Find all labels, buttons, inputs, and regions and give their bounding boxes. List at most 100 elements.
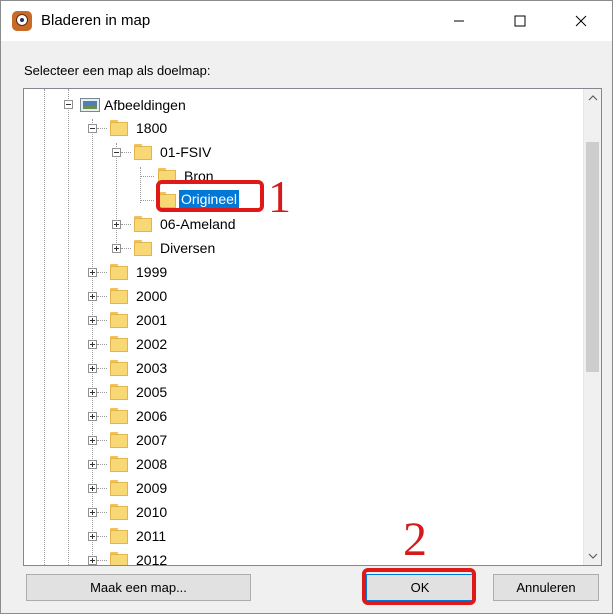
scroll-thumb[interactable] [586, 142, 599, 372]
folder-icon [110, 288, 128, 304]
tree-item-label[interactable]: 1800 [136, 119, 167, 137]
folder-icon [134, 216, 152, 232]
tree-item-label[interactable]: 2001 [136, 311, 167, 329]
tree-item-label[interactable]: 2005 [136, 383, 167, 401]
scroll-up-button[interactable] [584, 89, 601, 106]
expand-toggle[interactable] [112, 220, 121, 229]
annotation-step-2: 2 [403, 513, 427, 566]
expand-toggle[interactable] [88, 268, 97, 277]
folder-icon [110, 408, 128, 424]
folder-icon [110, 552, 128, 565]
folder-icon [134, 240, 152, 256]
folder-icon [110, 120, 128, 136]
chevron-up-icon [588, 94, 597, 100]
folder-icon [110, 336, 128, 352]
tree-connector [140, 176, 154, 178]
expand-toggle[interactable] [88, 484, 97, 493]
annotation-highlight-ok [362, 568, 476, 605]
folder-icon [110, 264, 128, 280]
tree-item-label[interactable]: Diversen [160, 239, 215, 257]
expand-toggle[interactable] [88, 340, 97, 349]
browse-folder-dialog: Bladeren in map Selecteer een map als do… [0, 0, 613, 614]
annotation-step-1: 1 [268, 171, 291, 222]
tree-item-label[interactable]: 2012 [136, 551, 167, 565]
expand-toggle[interactable] [88, 508, 97, 517]
cancel-button[interactable]: Annuleren [493, 574, 599, 601]
tree-guide-line [68, 89, 70, 565]
expand-toggle[interactable] [88, 292, 97, 301]
folder-icon [110, 384, 128, 400]
tree-connector [97, 344, 107, 346]
tree-connector [97, 560, 107, 562]
expand-toggle[interactable] [88, 460, 97, 469]
close-icon [575, 15, 587, 27]
expand-toggle[interactable] [88, 364, 97, 373]
maximize-button[interactable] [497, 1, 543, 41]
tree-item-label[interactable]: 2008 [136, 455, 167, 473]
tree-item-label[interactable]: 2011 [136, 527, 166, 545]
tree-item-label[interactable]: 01-FSIV [160, 143, 211, 161]
folder-icon [134, 144, 152, 160]
tree-connector [97, 320, 107, 322]
tree-connector [97, 128, 107, 130]
folder-icon [110, 480, 128, 496]
window-title: Bladeren in map [41, 12, 151, 29]
folder-icon [110, 312, 128, 328]
collapse-toggle[interactable] [88, 124, 97, 133]
folder-tree[interactable]: Afbeeldingen 1800 01-FSIV Bron Origineel [23, 88, 602, 566]
maximize-icon [514, 15, 526, 27]
picture-folder-icon [80, 98, 100, 112]
folder-icon [110, 504, 128, 520]
expand-toggle[interactable] [112, 244, 121, 253]
new-folder-button[interactable]: Maak een map... [26, 574, 251, 601]
app-icon [12, 11, 32, 31]
folder-icon [110, 360, 128, 376]
tree-guide-line [44, 89, 46, 565]
tree-item-label[interactable]: 2002 [136, 335, 167, 353]
expand-toggle[interactable] [88, 412, 97, 421]
expand-toggle[interactable] [88, 436, 97, 445]
collapse-toggle[interactable] [64, 100, 73, 109]
tree-connector [97, 416, 107, 418]
tree-connector [97, 272, 107, 274]
vertical-scrollbar[interactable] [583, 89, 601, 565]
tree-connector [121, 224, 131, 226]
expand-toggle[interactable] [88, 556, 97, 565]
tree-item-label[interactable]: 2006 [136, 407, 167, 425]
tree-connector [121, 152, 131, 154]
tree-connector [97, 392, 107, 394]
collapse-toggle[interactable] [112, 148, 121, 157]
tree-connector [97, 368, 107, 370]
tree-item-label[interactable]: 2000 [136, 287, 167, 305]
expand-toggle[interactable] [88, 388, 97, 397]
close-button[interactable] [558, 1, 604, 41]
tree-item-label[interactable]: 2009 [136, 479, 167, 497]
tree-connector [97, 488, 107, 490]
minimize-icon [454, 20, 464, 22]
tree-item-label[interactable]: Afbeeldingen [104, 96, 186, 114]
tree-connector [97, 512, 107, 514]
tree-item-label[interactable]: 2007 [136, 431, 167, 449]
folder-icon [110, 432, 128, 448]
prompt-label: Selecteer een map als doelmap: [24, 63, 211, 78]
tree-connector [97, 464, 107, 466]
chevron-down-icon [588, 553, 597, 559]
tree-item-label[interactable]: 2003 [136, 359, 167, 377]
folder-icon [110, 456, 128, 472]
minimize-button[interactable] [436, 1, 482, 41]
tree-connector [140, 200, 154, 202]
expand-toggle[interactable] [88, 532, 97, 541]
title-bar[interactable]: Bladeren in map [1, 1, 612, 41]
tree-connector [121, 248, 131, 250]
tree-connector [97, 440, 107, 442]
tree-item-label[interactable]: 2010 [136, 503, 167, 521]
dialog-body: Selecteer een map als doelmap: Afbeeldin… [1, 41, 612, 613]
annotation-highlight-origineel [156, 180, 264, 212]
tree-item-label[interactable]: 06-Ameland [160, 215, 236, 233]
scroll-down-button[interactable] [584, 547, 601, 564]
tree-connector [97, 536, 107, 538]
tree-item-label[interactable]: 1999 [136, 263, 167, 281]
tree-connector [97, 296, 107, 298]
folder-icon [110, 528, 128, 544]
expand-toggle[interactable] [88, 316, 97, 325]
